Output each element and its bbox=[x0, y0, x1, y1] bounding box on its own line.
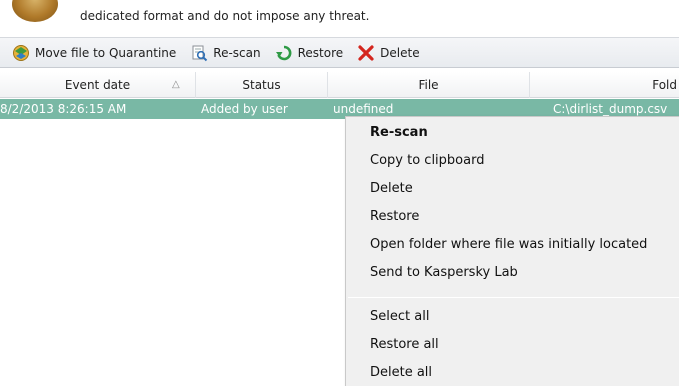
restore-label: Restore bbox=[297, 45, 344, 60]
menu-item-restore-all[interactable]: Restore all bbox=[346, 331, 679, 359]
sort-ascending-icon: △ bbox=[172, 79, 180, 90]
info-strip: dedicated format and do not impose any t… bbox=[0, 0, 679, 34]
menu-item-open-folder[interactable]: Open folder where file was initially loc… bbox=[346, 231, 679, 259]
menu-item-delete-all[interactable]: Delete all bbox=[346, 359, 679, 386]
column-header-event-date[interactable]: Event date △ bbox=[0, 72, 196, 98]
toolbar: Move file to Quarantine Re-scan Restore … bbox=[0, 37, 679, 68]
column-header-event-date-label: Event date bbox=[64, 78, 131, 92]
cell-event-date: 8/2/2013 8:26:15 AM bbox=[0, 102, 127, 116]
table-header: Event date △ Status File Fold bbox=[0, 72, 679, 98]
info-description: dedicated format and do not impose any t… bbox=[80, 9, 370, 23]
kaspersky-logo-icon bbox=[12, 0, 58, 22]
menu-item-restore[interactable]: Restore bbox=[346, 203, 679, 231]
rescan-label: Re-scan bbox=[213, 45, 261, 60]
restore-button[interactable]: Restore bbox=[275, 41, 344, 65]
quarantine-icon bbox=[12, 44, 30, 62]
column-header-status[interactable]: Status bbox=[196, 72, 328, 98]
column-header-folder[interactable]: Fold bbox=[530, 72, 679, 98]
rescan-icon bbox=[190, 44, 208, 62]
move-to-quarantine-label: Move file to Quarantine bbox=[35, 45, 177, 60]
cell-status: Added by user bbox=[201, 102, 288, 116]
context-menu: Re-scan Copy to clipboard Delete Restore… bbox=[345, 116, 679, 386]
menu-item-send-to-kaspersky[interactable]: Send to Kaspersky Lab bbox=[346, 259, 679, 287]
menu-item-copy-to-clipboard[interactable]: Copy to clipboard bbox=[346, 147, 679, 175]
quarantine-window: dedicated format and do not impose any t… bbox=[0, 0, 679, 386]
delete-icon bbox=[357, 44, 375, 62]
rescan-button[interactable]: Re-scan bbox=[190, 41, 261, 65]
menu-item-select-all[interactable]: Select all bbox=[346, 303, 679, 331]
move-to-quarantine-button[interactable]: Move file to Quarantine bbox=[12, 41, 176, 65]
menu-item-rescan[interactable]: Re-scan bbox=[346, 119, 679, 147]
menu-separator bbox=[348, 297, 679, 298]
delete-button[interactable]: Delete bbox=[357, 41, 420, 65]
delete-label: Delete bbox=[380, 45, 420, 60]
restore-icon bbox=[275, 44, 293, 62]
column-header-file[interactable]: File bbox=[328, 72, 530, 98]
menu-item-delete[interactable]: Delete bbox=[346, 175, 679, 203]
